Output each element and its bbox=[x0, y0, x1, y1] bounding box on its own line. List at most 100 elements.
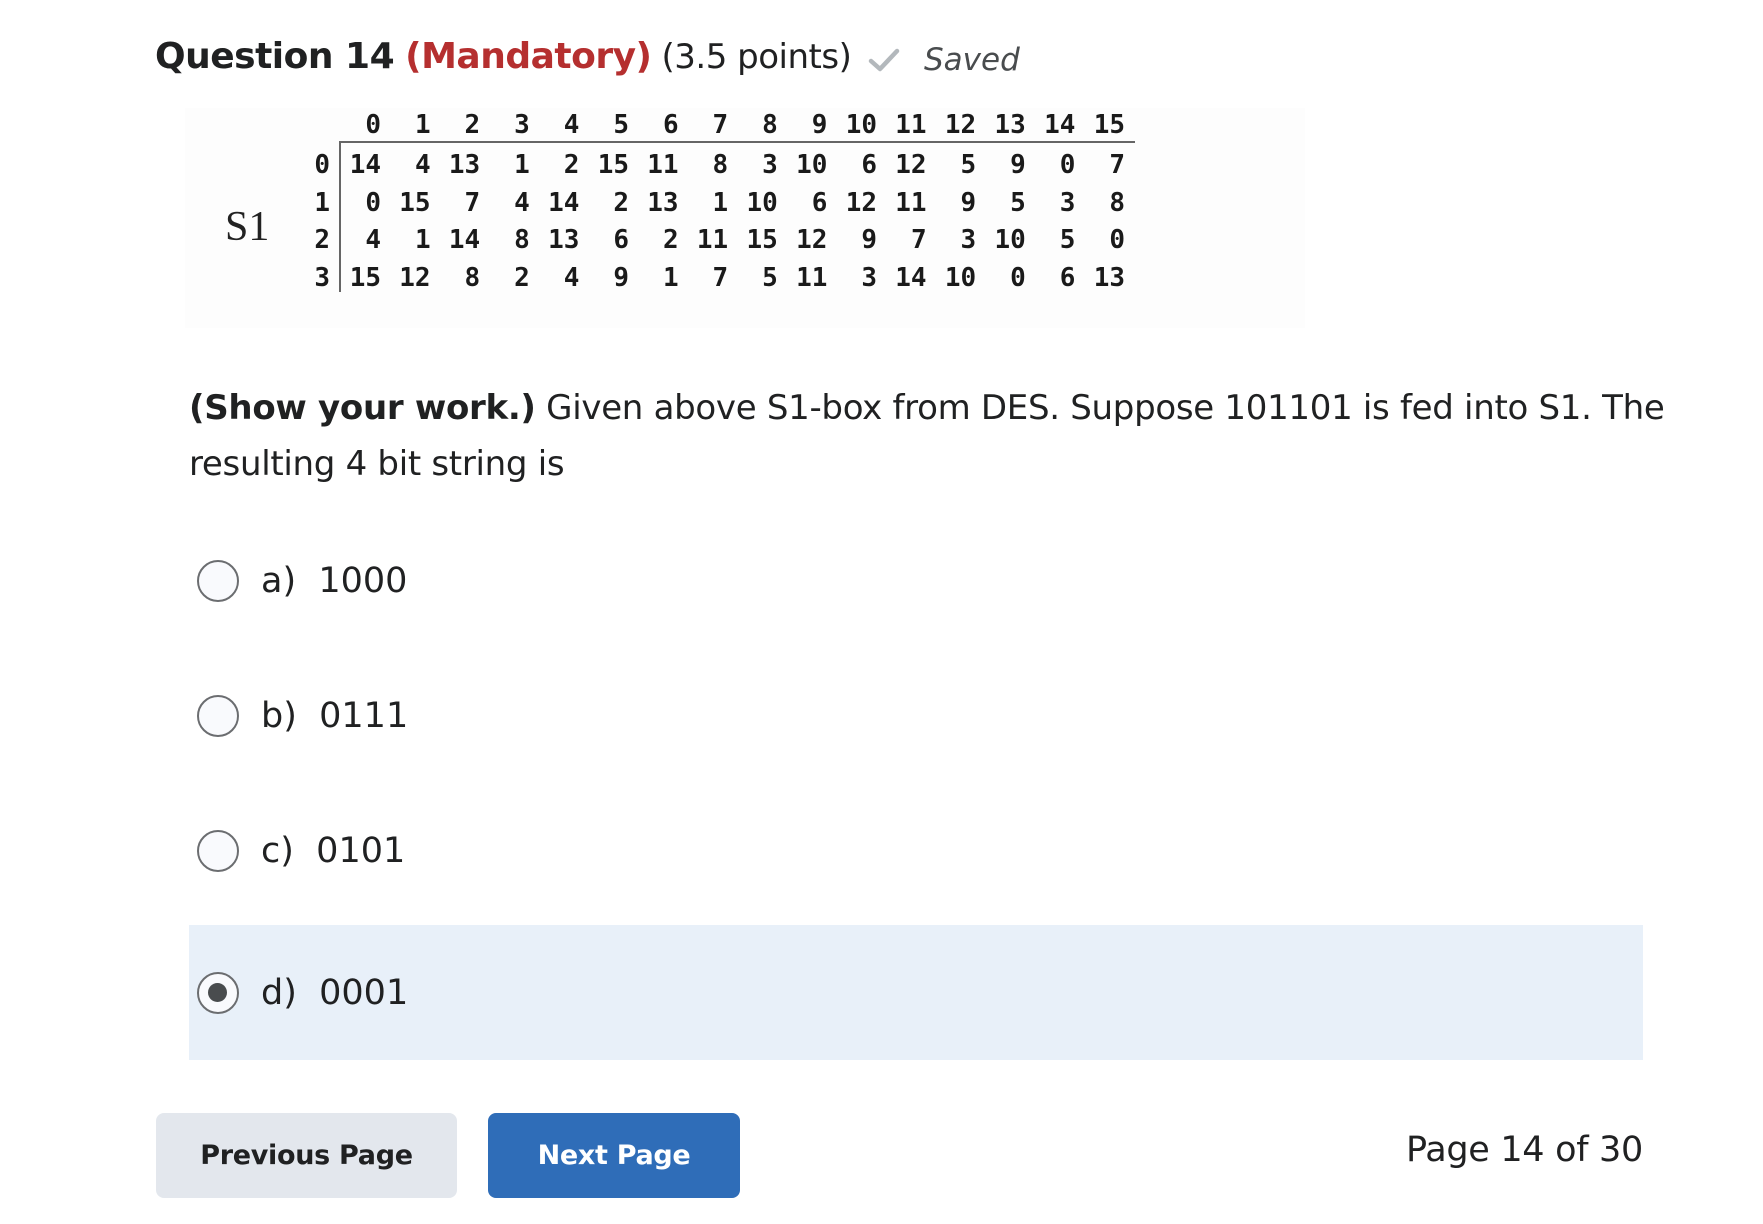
sbox-cell: 4 bbox=[414, 150, 431, 180]
sbox-column-header: 2 bbox=[464, 110, 481, 140]
radio-selected-dot bbox=[208, 982, 227, 1002]
sbox-cell: 15 bbox=[597, 150, 629, 180]
sbox-cell: 10 bbox=[994, 225, 1026, 255]
sbox-cell: 1 bbox=[514, 150, 530, 180]
sbox-column-header: 1 bbox=[414, 110, 431, 140]
sbox-cell: 7 bbox=[712, 262, 729, 293]
check-icon bbox=[868, 47, 900, 73]
sbox-cell: 10 bbox=[796, 150, 828, 180]
radio-button-d[interactable] bbox=[197, 971, 239, 1014]
sbox-column-header: 10 bbox=[845, 110, 877, 140]
sbox-cell: 6 bbox=[1059, 262, 1076, 293]
sbox-cell: 13 bbox=[448, 150, 481, 180]
sbox-cell: 8 bbox=[712, 150, 729, 180]
sbox-column-header: 15 bbox=[1093, 110, 1125, 140]
prompt-emphasis: (Show your work.) bbox=[189, 388, 536, 428]
answer-option-a[interactable]: a) 1000 bbox=[189, 513, 1643, 648]
option-label-c: c) 0101 bbox=[261, 831, 405, 871]
sbox-cell: 8 bbox=[464, 262, 481, 293]
sbox-cell: 9 bbox=[960, 187, 977, 218]
sbox-cell: 5 bbox=[1059, 225, 1076, 255]
sbox-column-header: 12 bbox=[944, 110, 977, 140]
answer-option-b[interactable]: b) 0111 bbox=[189, 648, 1643, 783]
sbox-cell: 12 bbox=[796, 225, 828, 255]
sbox-cell: 6 bbox=[613, 225, 629, 255]
sbox-cell: 4 bbox=[514, 187, 530, 218]
sbox-column-header: 9 bbox=[811, 110, 828, 140]
sbox-cell: 5 bbox=[1010, 187, 1026, 218]
sbox-cell: 0 bbox=[365, 187, 381, 218]
sbox-column-header: 3 bbox=[514, 110, 530, 140]
sbox-cell: 2 bbox=[514, 262, 530, 293]
sbox-header-rule bbox=[339, 141, 1135, 143]
sbox-table-image: S1 0 1 2 3 4 5 6 7 8 9 10 11 12 13 14 15 0 1 2 3 14 4 13 1 2 15 11… bbox=[185, 108, 1305, 328]
sbox-cell: 12 bbox=[399, 262, 431, 293]
question-prompt: (Show your work.) Given above S1-box fro… bbox=[189, 380, 1689, 492]
sbox-cell: 11 bbox=[796, 262, 828, 293]
sbox-cell: 15 bbox=[399, 187, 431, 218]
option-letter: b) bbox=[261, 695, 297, 736]
sbox-column-header: 7 bbox=[712, 110, 729, 140]
sbox-cell: 0 bbox=[1109, 225, 1125, 255]
sbox-cell: 8 bbox=[1109, 187, 1125, 218]
sbox-row-header: 2 bbox=[314, 225, 330, 255]
previous-page-button[interactable]: Previous Page bbox=[156, 1113, 457, 1198]
sbox-cell: 2 bbox=[613, 187, 629, 218]
question-header: Question 14 (Mandatory) (3.5 points) bbox=[155, 36, 852, 88]
sbox-cell: 7 bbox=[1109, 150, 1125, 180]
radio-button-c[interactable] bbox=[197, 829, 239, 872]
option-value: 0111 bbox=[319, 695, 409, 736]
option-value: 0001 bbox=[319, 972, 409, 1013]
sbox-cell: 15 bbox=[746, 225, 778, 255]
saved-label: Saved bbox=[924, 42, 1020, 78]
option-label-b: b) 0111 bbox=[261, 696, 408, 736]
sbox-column-header: 4 bbox=[563, 110, 580, 140]
sbox-row-header: 3 bbox=[314, 262, 330, 293]
option-letter: c) bbox=[261, 830, 294, 871]
answer-option-c[interactable]: c) 0101 bbox=[189, 783, 1643, 918]
sbox-cell: 15 bbox=[349, 262, 381, 293]
page-indicator: Page 14 of 30 bbox=[1405, 1130, 1643, 1170]
sbox-cell: 5 bbox=[762, 262, 778, 293]
sbox-cell: 1 bbox=[414, 225, 431, 255]
option-letter: a) bbox=[261, 560, 297, 601]
sbox-cell: 14 bbox=[448, 225, 481, 255]
sbox-cell: 4 bbox=[563, 262, 580, 293]
sbox-cell: 0 bbox=[1010, 262, 1026, 293]
radio-button-a[interactable] bbox=[197, 559, 239, 602]
sbox-cell: 2 bbox=[563, 150, 580, 180]
sbox-cell: 10 bbox=[944, 262, 977, 293]
sbox-cell: 3 bbox=[762, 150, 778, 180]
sbox-column-header: 5 bbox=[613, 110, 629, 140]
option-label-d: d) 0001 bbox=[261, 973, 408, 1013]
sbox-row-header: 1 bbox=[314, 187, 330, 218]
sbox-cell: 11 bbox=[647, 150, 679, 180]
next-page-button[interactable]: Next Page bbox=[488, 1113, 740, 1198]
radio-button-b[interactable] bbox=[197, 694, 239, 737]
sbox-cell: 14 bbox=[548, 187, 580, 218]
points-label: (3.5 points) bbox=[661, 37, 852, 77]
sbox-column-header: 6 bbox=[662, 110, 679, 140]
answer-option-d[interactable]: d) 0001 bbox=[189, 925, 1643, 1060]
sbox-cell: 9 bbox=[613, 262, 629, 293]
option-letter: d) bbox=[261, 972, 297, 1013]
sbox-cell: 6 bbox=[861, 150, 877, 180]
mandatory-label: (Mandatory) bbox=[405, 36, 652, 77]
sbox-cell: 12 bbox=[895, 150, 927, 180]
option-value: 1000 bbox=[318, 560, 408, 601]
sbox-cell: 13 bbox=[1093, 262, 1125, 293]
sbox-cell: 9 bbox=[1010, 150, 1026, 180]
sbox-cell: 12 bbox=[845, 187, 877, 218]
sbox-cell: 14 bbox=[349, 150, 381, 180]
sbox-cell: 11 bbox=[895, 187, 927, 218]
sbox-cell: 10 bbox=[746, 187, 778, 218]
option-label-a: a) 1000 bbox=[261, 561, 407, 601]
sbox-cell: 14 bbox=[895, 262, 927, 293]
sbox-cell: 6 bbox=[811, 187, 828, 218]
sbox-cell: 5 bbox=[960, 150, 977, 180]
sbox-cell: 7 bbox=[910, 225, 927, 255]
sbox-column-header: 11 bbox=[895, 110, 927, 140]
sbox-cell: 7 bbox=[464, 187, 481, 218]
sbox-cell: 13 bbox=[548, 225, 580, 255]
sbox-cell: 13 bbox=[647, 187, 679, 218]
